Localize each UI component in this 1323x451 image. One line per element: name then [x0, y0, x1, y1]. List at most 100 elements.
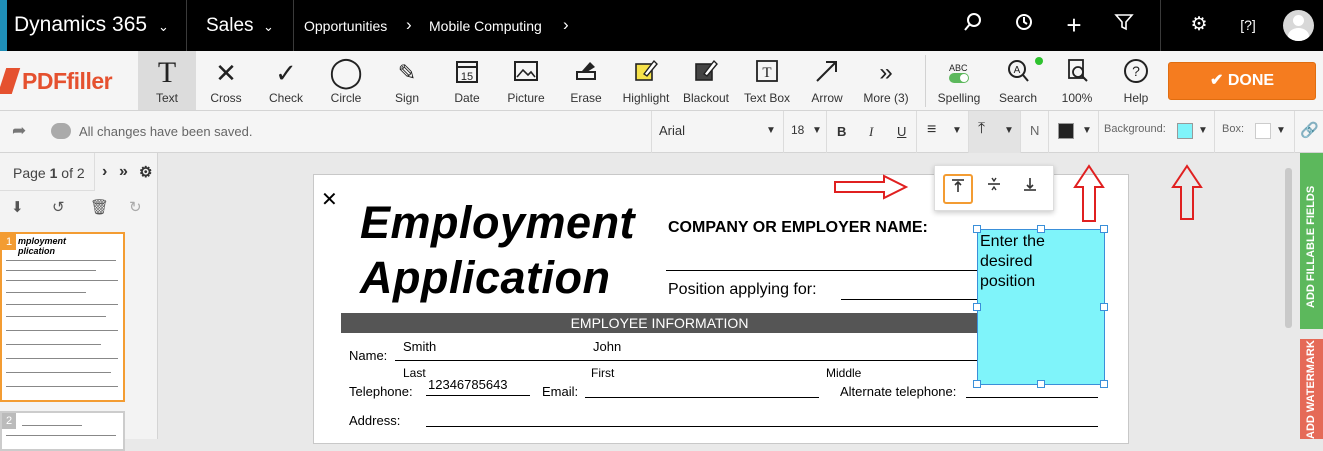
- chevron-down-icon: ▼: [812, 125, 822, 136]
- tool-zoom[interactable]: 100%: [1048, 51, 1106, 110]
- address-underline: [426, 426, 1098, 427]
- n-button[interactable]: N: [1020, 111, 1048, 153]
- breadcrumb-mobile-computing[interactable]: Mobile Computing: [429, 18, 542, 34]
- dynamics-top-nav: Dynamics 365 ⌄ Sales ⌄ Opportunities › M…: [0, 0, 1323, 51]
- resize-handle[interactable]: [973, 303, 981, 311]
- background-color-select[interactable]: Background: ▼: [1098, 111, 1214, 153]
- email-underline: [585, 397, 819, 398]
- tool-label: More (3): [863, 91, 909, 105]
- nav-accent-bar: [0, 0, 7, 51]
- tool-text[interactable]: T Text: [138, 51, 196, 110]
- area-name[interactable]: Sales: [206, 15, 254, 37]
- last-label: Last: [403, 366, 426, 380]
- refresh-icon[interactable]: ↻: [129, 198, 142, 216]
- last-page-icon[interactable]: »: [119, 163, 128, 181]
- help-icon: ?: [1107, 58, 1165, 88]
- done-label: DONE: [1227, 72, 1275, 89]
- underline-button[interactable]: U: [897, 124, 906, 139]
- area-chevron-down-icon[interactable]: ⌄: [263, 19, 274, 35]
- page-label: Page: [13, 165, 46, 181]
- text-color-select[interactable]: ▼: [1048, 111, 1098, 153]
- scrollbar[interactable]: [1285, 168, 1292, 328]
- help-bracket-icon[interactable]: [?]: [1235, 12, 1261, 38]
- page-current: 1: [49, 165, 58, 181]
- resize-handle[interactable]: [1037, 225, 1045, 233]
- done-button[interactable]: ✔ DONE: [1168, 62, 1316, 100]
- redo-icon[interactable]: ➦: [12, 121, 26, 141]
- plus-icon[interactable]: +: [1061, 12, 1087, 38]
- tool-blackout[interactable]: Blackout: [677, 51, 735, 110]
- chevron-down-icon: ▼: [1276, 125, 1286, 136]
- app-name[interactable]: Dynamics 365: [14, 13, 147, 37]
- tool-spelling[interactable]: ABC Spelling: [930, 51, 988, 110]
- search-icon[interactable]: [960, 12, 986, 38]
- first-name-value[interactable]: John: [593, 339, 621, 354]
- link-button[interactable]: 🔗: [1294, 111, 1323, 153]
- app-chevron-down-icon[interactable]: ⌄: [158, 19, 169, 35]
- resize-handle[interactable]: [1037, 380, 1045, 388]
- history-icon[interactable]: [1011, 12, 1037, 38]
- address-label: Address:: [349, 413, 401, 428]
- tool-erase[interactable]: Erase: [557, 51, 615, 110]
- svg-text:A: A: [1014, 65, 1021, 76]
- add-watermark-tab[interactable]: ADD WATERMARK: [1300, 339, 1323, 439]
- tool-arrow[interactable]: Arrow: [798, 51, 856, 110]
- last-name-value[interactable]: Smith: [403, 339, 436, 354]
- align-middle-button[interactable]: [979, 174, 1009, 204]
- filter-icon[interactable]: [1111, 12, 1137, 38]
- tool-more[interactable]: » More (3): [857, 51, 915, 110]
- bold-button[interactable]: B: [837, 124, 846, 139]
- fillable-label: ADD FILLABLE FIELDS: [1305, 185, 1317, 308]
- next-page-icon[interactable]: ›: [102, 163, 107, 181]
- font-size-select[interactable]: 18 ▼: [783, 111, 826, 153]
- tool-date[interactable]: 15 Date: [438, 51, 496, 110]
- italic-button[interactable]: I: [869, 124, 873, 140]
- company-label: COMPANY OR EMPLOYER NAME:: [668, 219, 928, 236]
- tool-cross[interactable]: ✕ Cross: [197, 51, 255, 110]
- telephone-value[interactable]: 12346785643: [428, 377, 508, 392]
- erase-icon: [557, 58, 615, 88]
- vertical-align-select[interactable]: ⤒ ▼: [968, 111, 1020, 153]
- tool-highlight[interactable]: Highlight: [617, 51, 675, 110]
- add-fillable-fields-tab[interactable]: ADD FILLABLE FIELDS: [1300, 153, 1323, 329]
- page-thumbnail[interactable]: 1 mployment plication: [0, 232, 125, 402]
- link-icon: 🔗: [1300, 122, 1319, 139]
- font-select[interactable]: Arial ▼: [651, 111, 783, 153]
- avatar[interactable]: [1283, 10, 1314, 41]
- gear-icon[interactable]: ⚙: [1186, 12, 1212, 38]
- thumbnail-line: [6, 270, 96, 271]
- page-thumbnail[interactable]: 2: [0, 411, 125, 451]
- tool-textbox[interactable]: T Text Box: [738, 51, 796, 110]
- breadcrumb-chevron-right-icon[interactable]: ›: [563, 15, 569, 35]
- section-header: EMPLOYEE INFORMATION: [341, 313, 978, 333]
- thumbnail-line: [6, 435, 116, 436]
- tool-circle[interactable]: ◯ Circle: [317, 51, 375, 110]
- company-underline: [666, 270, 978, 271]
- resize-handle[interactable]: [1100, 303, 1108, 311]
- resize-handle[interactable]: [1100, 380, 1108, 388]
- rotate-icon[interactable]: ↺: [52, 198, 65, 216]
- text-box-content[interactable]: Enter the desired position: [980, 232, 1045, 292]
- align-bottom-button[interactable]: [1015, 174, 1045, 204]
- thumbnail-line: [6, 260, 116, 261]
- move-down-icon[interactable]: ⬇: [11, 198, 24, 216]
- resize-handle[interactable]: [973, 380, 981, 388]
- tool-sign[interactable]: ✎ Sign: [378, 51, 436, 110]
- close-icon[interactable]: ✕: [321, 187, 338, 212]
- circle-icon: ◯: [329, 56, 363, 89]
- trash-icon[interactable]: 🗑: [90, 198, 109, 216]
- resize-handle[interactable]: [1100, 225, 1108, 233]
- name-underline: [395, 360, 978, 361]
- tool-label: Circle: [330, 91, 362, 105]
- tool-help[interactable]: ? Help: [1107, 51, 1165, 110]
- box-color-select[interactable]: Box: ▼: [1214, 111, 1294, 153]
- breadcrumb-opportunities[interactable]: Opportunities: [304, 18, 387, 34]
- tool-picture[interactable]: Picture: [497, 51, 555, 110]
- tool-check[interactable]: ✓ Check: [257, 51, 315, 110]
- selected-text-box[interactable]: Enter the desired position: [973, 225, 1108, 388]
- align-top-button[interactable]: [943, 174, 973, 204]
- text-align-select[interactable]: ≡ ▼: [916, 111, 968, 153]
- gear-icon[interactable]: ⚙: [139, 163, 152, 181]
- chat-icon: [51, 123, 71, 139]
- resize-handle[interactable]: [973, 225, 981, 233]
